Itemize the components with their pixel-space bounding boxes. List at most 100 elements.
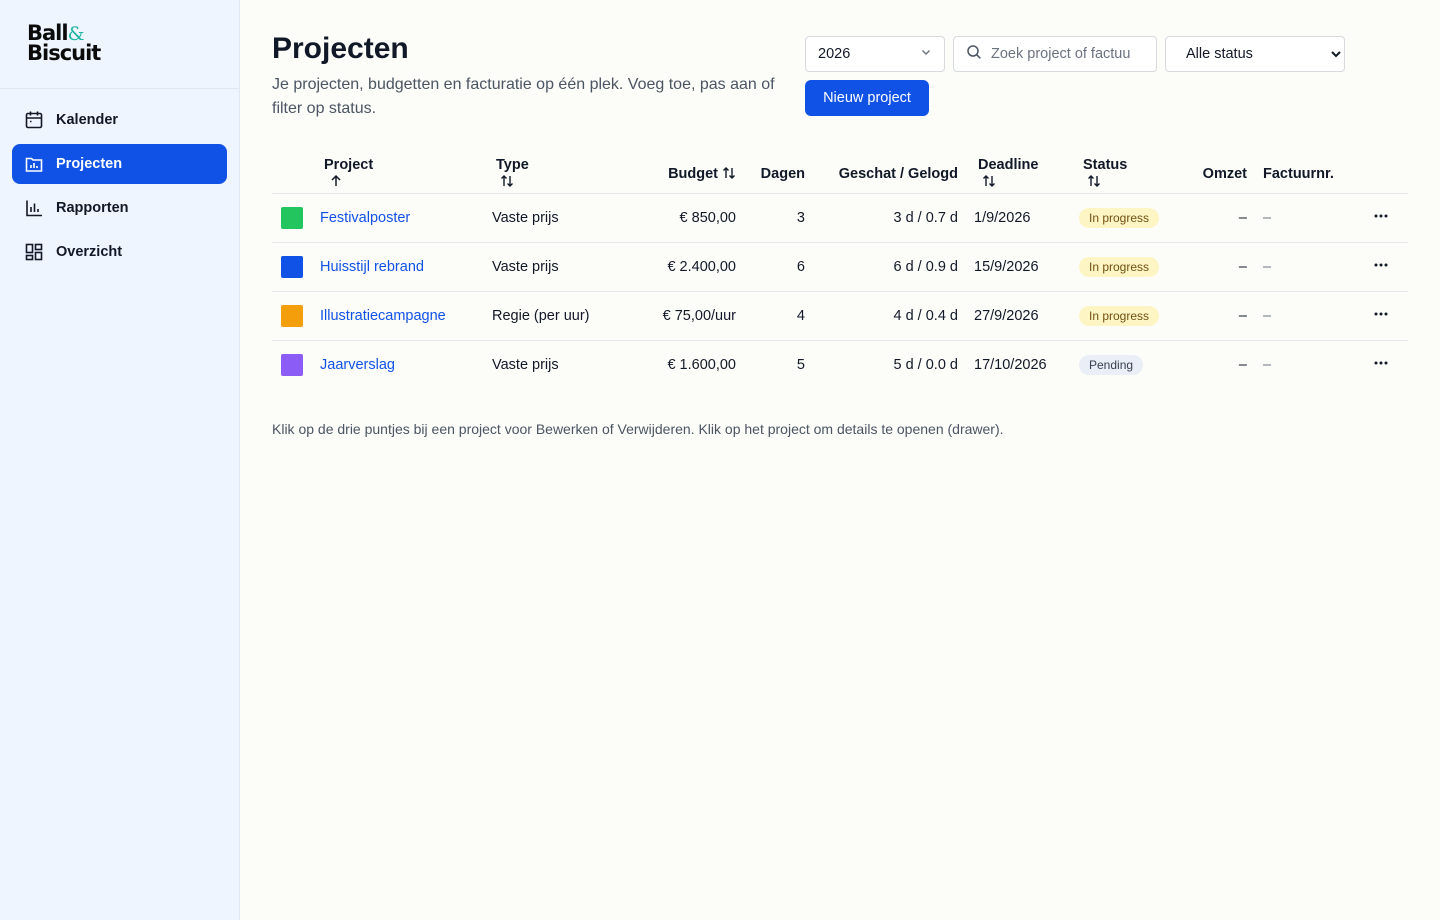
deadline-cell: 15/9/2026 (958, 242, 1067, 292)
more-options-icon[interactable] (1373, 310, 1389, 326)
sidebar-item-label: Projecten (56, 156, 123, 172)
page-title: Projecten (272, 32, 409, 65)
color-cell (272, 242, 320, 292)
deadline-cell: 17/10/2026 (974, 356, 1047, 373)
col-type[interactable]: Type (492, 149, 632, 194)
more-options-icon[interactable] (1373, 359, 1389, 375)
sidebar-item-label: Rapporten (56, 200, 129, 216)
table-body: Festivalposter Vaste prijs € 850,00 3 3 d / … (272, 193, 1408, 389)
project-color-swatch (281, 304, 303, 327)
geschat-cell: 6 d / 0.9 d (805, 242, 958, 292)
sidebar-item-kalender[interactable]: Kalender (12, 100, 227, 140)
color-cell (272, 193, 320, 243)
project-color-swatch (281, 353, 303, 376)
sidebar-nav: Kalender Projecten Rapporten Overzicht (0, 89, 239, 272)
geschat-cell: 5 d / 0.0 d (893, 356, 959, 373)
arrow-up-icon[interactable] (324, 174, 492, 188)
col-status[interactable]: Status (1067, 149, 1171, 194)
search-input[interactable] (991, 46, 1131, 62)
main-content: Projecten Je projecten, budgetten en fac… (272, 0, 1408, 920)
sidebar-item-label: Kalender (56, 112, 119, 128)
col-status-label: Status (1083, 156, 1128, 173)
project-cell[interactable]: Jaarverslag (320, 340, 492, 389)
sidebar-item-label: Overzicht (56, 244, 123, 260)
col-dagen-label: Dagen (760, 165, 805, 182)
project-link[interactable]: Huisstijl rebrand (320, 259, 424, 275)
dagen-cell: 6 (736, 242, 805, 292)
budget-cell: € 75,00/uur (632, 291, 736, 341)
color-cell (272, 340, 320, 389)
footnote: Klik op de drie puntjes bij een project … (272, 421, 1004, 437)
deadline-cell: 1/9/2026 (958, 193, 1067, 243)
project-cell[interactable]: Festivalposter (320, 193, 492, 243)
sort-icon[interactable] (496, 174, 632, 188)
status-cell: In progress (1067, 291, 1171, 341)
col-omzet: Omzet (1171, 149, 1247, 194)
budget-cell: € 1.600,00 (667, 356, 736, 373)
geschat-cell: 4 d / 0.4 d (805, 291, 958, 341)
project-color-swatch (281, 255, 303, 278)
brand-line2: Biscuit (27, 41, 101, 65)
col-budget[interactable]: Budget (632, 149, 736, 194)
status-badge: In progress (1079, 207, 1160, 228)
project-link[interactable]: Jaarverslag (320, 357, 395, 373)
omzet-cell: – (1171, 193, 1247, 243)
col-budget-label: Budget (668, 165, 718, 182)
status-badge: Pending (1079, 354, 1144, 375)
sort-icon[interactable] (978, 174, 1067, 188)
sidebar: Ball& Biscuit Kalender Projecten Rapport… (0, 0, 240, 920)
omzet-cell: – (1171, 291, 1247, 341)
search-box[interactable] (953, 36, 1157, 72)
sort-icon[interactable] (1083, 174, 1171, 188)
calendar-icon (24, 110, 44, 130)
status-badge: In progress (1079, 256, 1160, 277)
sort-icon[interactable] (722, 166, 736, 180)
budget-cell: € 850,00 (632, 193, 736, 243)
col-geschat: Geschat / Gelogd (805, 149, 958, 194)
folder-chart-icon (24, 154, 44, 174)
table-header-row: Project Type Budget Dagen Geschat / Gelo… (272, 149, 1408, 194)
project-link[interactable]: Festivalposter (320, 210, 410, 226)
more-options-icon[interactable] (1373, 212, 1389, 228)
status-cell: In progress (1067, 242, 1171, 292)
omzet-cell: – (1238, 356, 1247, 373)
col-deadline[interactable]: Deadline (958, 149, 1067, 194)
year-value: 2026 (818, 46, 851, 62)
status-cell: In progress (1067, 193, 1171, 243)
table-row[interactable]: Illustratiecampagne Regie (per uur) € 75,0… (272, 291, 1408, 341)
project-cell[interactable]: Illustratiecampagne (320, 291, 492, 341)
table-row[interactable]: Huisstijl rebrand Vaste prijs € 2.400,00 6 6… (272, 242, 1408, 292)
type-cell: Regie (per uur) (492, 291, 632, 341)
brand-logo[interactable]: Ball& Biscuit (0, 0, 239, 89)
type-cell: Vaste prijs (492, 356, 559, 373)
project-link[interactable]: Illustratiecampagne (320, 308, 446, 324)
projects-table: Project Type Budget Dagen Geschat / Gelo… (272, 149, 1408, 389)
col-actions (1333, 149, 1408, 194)
table-row[interactable]: Festivalposter Vaste prijs € 850,00 3 3 d / … (272, 193, 1408, 243)
table-row[interactable]: Jaarverslag Vaste prijs € 1.600,00 5 5 d / 0… (272, 340, 1408, 389)
status-badge: In progress (1079, 305, 1160, 326)
sidebar-item-overzicht[interactable]: Overzicht (12, 232, 227, 272)
project-cell[interactable]: Huisstijl rebrand (320, 242, 492, 292)
col-geschat-label: Geschat / Gelogd (838, 165, 958, 182)
status-cell: Pending (1067, 340, 1171, 389)
page-subtitle: Je projecten, budgetten en facturatie op… (272, 76, 775, 117)
dagen-cell: 3 (736, 193, 805, 243)
col-project[interactable]: Project (320, 149, 492, 194)
dashboard-icon (24, 242, 44, 262)
project-color-swatch (281, 206, 303, 229)
sidebar-item-rapporten[interactable]: Rapporten (12, 188, 227, 228)
type-cell: Vaste prijs (492, 193, 632, 243)
col-type-label: Type (496, 156, 529, 173)
sidebar-item-projecten[interactable]: Projecten (12, 144, 227, 184)
actions-cell (1333, 291, 1408, 341)
status-select[interactable]: Alle status (1166, 37, 1344, 71)
factuurnr-cell: – (1263, 356, 1272, 373)
status-filter[interactable]: Alle status (1165, 36, 1345, 72)
more-options-icon[interactable] (1373, 261, 1389, 277)
factuurnr-cell: – (1247, 291, 1333, 341)
new-project-button[interactable]: Nieuw project (805, 80, 929, 116)
actions-cell (1333, 242, 1408, 292)
factuurnr-cell: – (1247, 242, 1333, 292)
year-select[interactable]: 2026 (805, 36, 945, 72)
